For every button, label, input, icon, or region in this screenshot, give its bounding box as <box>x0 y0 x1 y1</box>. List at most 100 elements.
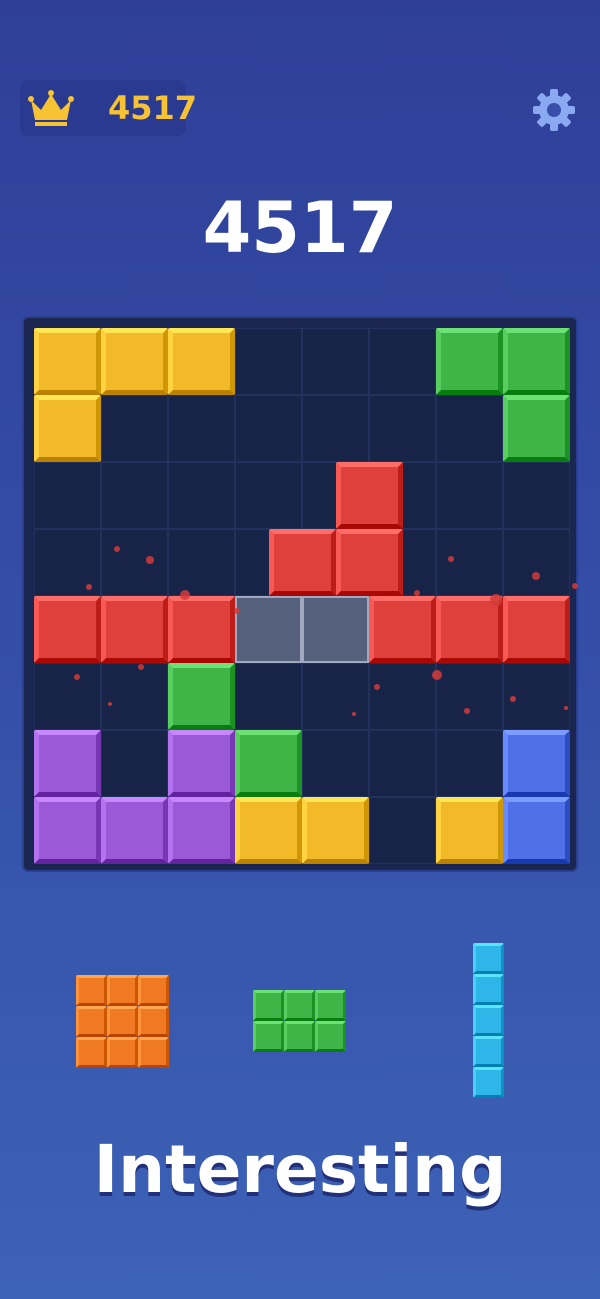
board-cell[interactable] <box>34 462 101 529</box>
board-cell[interactable] <box>101 663 168 730</box>
clear-particle <box>114 546 120 552</box>
board-cell[interactable] <box>101 529 168 596</box>
purple-block <box>34 730 101 797</box>
clear-particle <box>448 556 454 562</box>
orange-mini-block <box>138 1006 169 1037</box>
orange-3x3-piece[interactable] <box>76 975 169 1068</box>
green-mini-block <box>253 1021 284 1052</box>
clear-particle <box>138 664 144 670</box>
board-cell[interactable] <box>235 462 302 529</box>
red-block <box>503 596 570 663</box>
cyan-mini-block <box>473 943 504 974</box>
board-cell[interactable] <box>369 730 436 797</box>
slogan-text: Interesting <box>93 1131 507 1208</box>
board-cell[interactable] <box>302 663 369 730</box>
yellow-block <box>101 328 168 395</box>
board-cell[interactable] <box>235 395 302 462</box>
red-block <box>335 529 403 596</box>
yellow-block <box>436 797 503 864</box>
board-cell[interactable] <box>436 663 503 730</box>
board-cell[interactable] <box>436 730 503 797</box>
board-cell[interactable] <box>235 663 302 730</box>
orange-mini-block <box>76 975 107 1006</box>
board-cell[interactable] <box>101 730 168 797</box>
board-cell[interactable] <box>302 395 369 462</box>
placement-preview-cell <box>302 596 369 663</box>
board-cell[interactable] <box>168 529 235 596</box>
clear-particle <box>464 708 470 714</box>
board-cell[interactable] <box>436 529 503 596</box>
orange-mini-block <box>138 1037 169 1068</box>
board-cell[interactable] <box>369 395 436 462</box>
purple-block <box>101 797 168 864</box>
current-score: 4517 <box>202 187 398 269</box>
blue-block <box>503 730 570 797</box>
board-cell[interactable] <box>168 462 235 529</box>
board-cell[interactable] <box>101 462 168 529</box>
clear-particle <box>374 684 380 690</box>
red-block <box>101 596 168 663</box>
red-block <box>335 462 403 529</box>
green-block <box>436 328 503 395</box>
board-cell[interactable] <box>235 328 302 395</box>
green-block <box>503 395 570 462</box>
board-cell[interactable] <box>503 529 570 596</box>
red-block <box>168 596 235 663</box>
clear-particle <box>432 670 442 680</box>
board-cell[interactable] <box>369 797 436 864</box>
gear-icon[interactable] <box>530 86 578 134</box>
clear-particle <box>108 702 112 706</box>
yellow-block <box>302 797 369 864</box>
board-cell[interactable] <box>369 663 436 730</box>
clear-particle <box>490 594 502 606</box>
board-cell[interactable] <box>101 395 168 462</box>
green-mini-block <box>315 990 346 1021</box>
clear-particle <box>180 590 190 600</box>
yellow-block <box>235 797 302 864</box>
clear-particle <box>86 584 92 590</box>
board-cell[interactable] <box>302 328 369 395</box>
game-board[interactable] <box>24 318 578 870</box>
board-grid[interactable] <box>34 328 578 864</box>
board-cell[interactable] <box>168 395 235 462</box>
board-cell[interactable] <box>369 328 436 395</box>
green-block <box>235 730 302 797</box>
green-2x3-piece[interactable] <box>253 990 346 1052</box>
board-cell[interactable] <box>503 462 570 529</box>
clear-particle <box>510 696 516 702</box>
yellow-block <box>168 328 235 395</box>
green-mini-block <box>315 1021 346 1052</box>
board-cell[interactable] <box>436 462 503 529</box>
board-cell[interactable] <box>436 395 503 462</box>
clear-particle <box>564 706 568 710</box>
cyan-mini-block <box>473 974 504 1005</box>
green-mini-block <box>253 990 284 1021</box>
cyan-mini-block <box>473 1005 504 1036</box>
purple-block <box>168 730 235 797</box>
red-block <box>34 596 101 663</box>
board-cell[interactable] <box>34 663 101 730</box>
clear-particle <box>234 608 240 614</box>
crown-icon <box>28 90 74 126</box>
clear-particle <box>352 712 356 716</box>
orange-mini-block <box>107 1006 138 1037</box>
clear-particle <box>146 556 154 564</box>
clear-particle <box>572 583 578 589</box>
placement-preview-cell <box>235 596 302 663</box>
orange-mini-block <box>138 975 169 1006</box>
green-mini-block <box>284 1021 315 1052</box>
orange-mini-block <box>107 1037 138 1068</box>
orange-mini-block <box>107 975 138 1006</box>
red-block <box>268 529 336 596</box>
cyan-5x1-piece[interactable] <box>473 943 504 1098</box>
green-block <box>503 328 570 395</box>
blue-block <box>503 797 570 864</box>
purple-block <box>34 797 101 864</box>
purple-block <box>168 797 235 864</box>
orange-mini-block <box>76 1006 107 1037</box>
red-block <box>369 596 436 663</box>
red-block <box>436 596 503 663</box>
green-block <box>168 663 235 730</box>
board-cell[interactable] <box>302 730 369 797</box>
clear-particle <box>532 572 540 580</box>
